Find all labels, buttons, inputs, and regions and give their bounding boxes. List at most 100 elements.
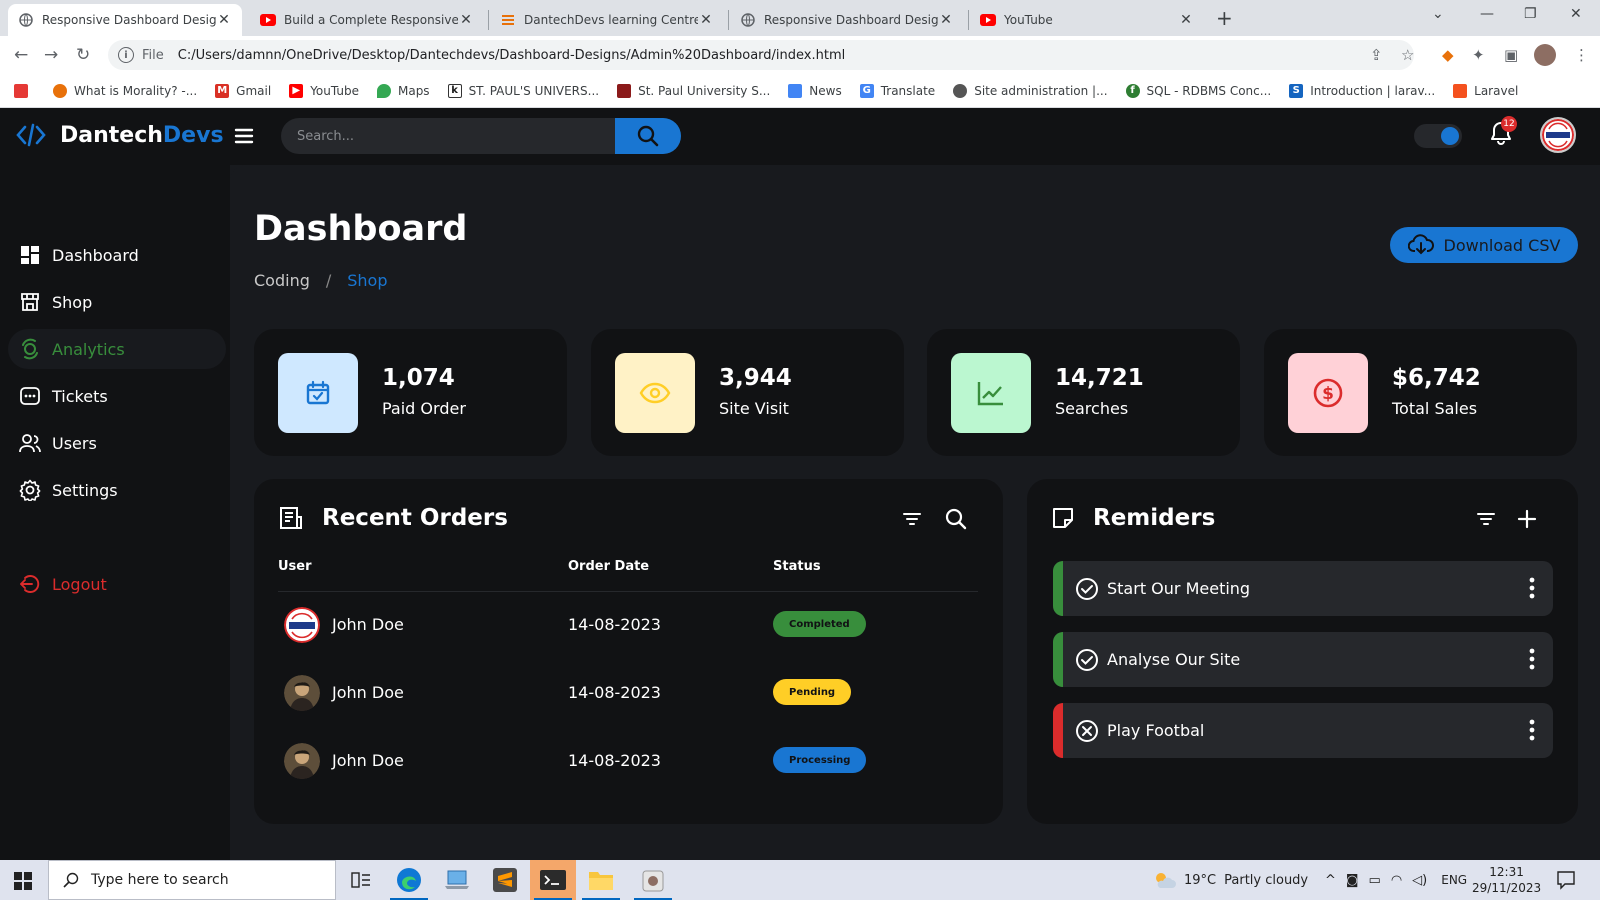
menu-icon[interactable]	[234, 127, 254, 145]
more-vertical-icon[interactable]	[1529, 577, 1535, 599]
close-tab-icon[interactable]: ✕	[698, 12, 714, 28]
new-tab-button[interactable]: +	[1216, 6, 1233, 30]
back-icon[interactable]: ←	[14, 45, 28, 65]
bookmark-item[interactable]: Site administration |...	[953, 83, 1108, 98]
sidebar-item-shop[interactable]: Shop	[8, 282, 226, 322]
menu-dots-icon[interactable]: ⋮	[1574, 46, 1589, 64]
bookmark-label: St. Paul University S...	[638, 83, 771, 98]
add-reminder-icon[interactable]	[1517, 509, 1537, 529]
forward-icon[interactable]: →	[44, 45, 58, 65]
table-row[interactable]: John Doe 14-08-2023 Processing	[278, 731, 978, 791]
volume-icon[interactable]: ◁)	[1412, 873, 1427, 888]
dollar-circle-icon: $	[1288, 353, 1368, 433]
check-circle-icon[interactable]	[1075, 577, 1099, 601]
sublime-text-icon[interactable]	[482, 860, 528, 900]
info-icon[interactable]: i	[118, 47, 134, 63]
url-field[interactable]: i File C:/Users/damnn/OneDrive/Desktop/D…	[108, 40, 1414, 70]
file-explorer-laptop-icon[interactable]	[434, 860, 480, 900]
more-vertical-icon[interactable]	[1529, 719, 1535, 741]
language-indicator[interactable]: ENG	[1441, 873, 1467, 887]
notification-center-icon[interactable]	[1556, 870, 1576, 890]
close-window-icon[interactable]: ✕	[1570, 6, 1582, 22]
column-header-user: User	[278, 559, 312, 574]
order-user: John Doe	[332, 751, 404, 770]
reminder-item[interactable]: Analyse Our Site	[1053, 632, 1553, 687]
bookmark-item[interactable]: Maps	[376, 83, 430, 98]
bookmark-item[interactable]: M Gmail	[215, 83, 271, 98]
search-icon[interactable]	[944, 507, 968, 531]
morality-icon	[53, 83, 67, 98]
bookmark-item[interactable]: St. Paul University S...	[617, 83, 771, 98]
battery-icon[interactable]: ▭	[1369, 873, 1381, 888]
bookmark-apps[interactable]	[14, 83, 35, 98]
brand-logo[interactable]: Dantech Devs	[16, 122, 224, 148]
browser-tab-1[interactable]: Responsive Dashboard Design | D ✕	[8, 4, 242, 36]
column-header-order-date: Order Date	[568, 559, 650, 574]
profile-avatar[interactable]	[1540, 117, 1576, 153]
search-button[interactable]	[615, 118, 681, 154]
close-tab-icon[interactable]: ✕	[938, 12, 954, 28]
sidebar-item-analytics[interactable]: Analytics	[8, 329, 226, 369]
bookmark-item[interactable]: S Introduction | larav...	[1289, 83, 1435, 98]
extension-icon[interactable]: ◆	[1442, 46, 1454, 64]
chevron-up-icon[interactable]: ^	[1325, 873, 1336, 888]
bookmark-item[interactable]: f SQL - RDBMS Conc...	[1125, 83, 1271, 98]
bookmark-item[interactable]: News	[788, 83, 842, 98]
bookmark-item[interactable]: Laravel	[1453, 83, 1518, 98]
browser-tab-4[interactable]: Responsive Dashboard Design | D ✕	[730, 4, 964, 36]
filter-icon[interactable]	[1476, 509, 1496, 529]
search-input[interactable]	[281, 118, 615, 154]
check-circle-icon[interactable]	[1075, 648, 1099, 672]
puzzle-icon[interactable]: ✦	[1472, 46, 1485, 64]
bookmark-item[interactable]: ▶ YouTube	[289, 83, 359, 98]
column-header-status: Status	[773, 559, 821, 574]
close-tab-icon[interactable]: ✕	[216, 12, 232, 28]
weather-widget[interactable]: 19°C Partly cloudy	[1152, 860, 1308, 900]
windows-start-icon[interactable]	[14, 872, 32, 890]
taskbar-search-box[interactable]: Type here to search	[48, 860, 336, 900]
bookmark-item[interactable]: k ST. PAUL'S UNIVERS...	[447, 83, 599, 98]
table-row[interactable]: John Doe 14-08-2023 Pending	[278, 663, 978, 723]
browser-tab-5[interactable]: YouTube ✕	[970, 4, 1204, 36]
reminder-item[interactable]: Play Footbal	[1053, 703, 1553, 758]
browser-tab-2[interactable]: Build a Complete Responsive Pe ✕	[250, 4, 484, 36]
meet-icon[interactable]: ◙	[1346, 873, 1359, 888]
more-vertical-icon[interactable]	[1529, 648, 1535, 670]
minimize-icon[interactable]: —	[1480, 6, 1494, 22]
breadcrumb-current[interactable]: Shop	[347, 271, 387, 290]
profile-avatar[interactable]	[1534, 44, 1556, 66]
wifi-icon[interactable]: ◠	[1391, 873, 1402, 888]
download-csv-button[interactable]: Download CSV	[1390, 227, 1578, 263]
terminal-icon[interactable]	[530, 860, 576, 900]
task-view-icon[interactable]	[338, 860, 384, 900]
bookmark-item[interactable]: G Translate	[859, 83, 935, 98]
table-row[interactable]: John Doe 14-08-2023 Completed	[278, 595, 978, 655]
browser-tab-3[interactable]: DantechDevs learning Centre ✕	[490, 4, 724, 36]
edge-icon[interactable]	[386, 860, 432, 900]
sidebar-item-tickets[interactable]: Tickets	[8, 376, 226, 416]
x-circle-icon[interactable]	[1075, 719, 1099, 743]
share-icon[interactable]: ⇪	[1370, 46, 1383, 64]
bookmark-star-icon[interactable]: ☆	[1401, 46, 1414, 64]
users-icon	[19, 432, 41, 454]
filter-icon[interactable]	[902, 509, 922, 529]
sidebar-item-users[interactable]: Users	[8, 423, 226, 463]
breadcrumb-item[interactable]: Coding	[254, 271, 310, 290]
app-window-icon[interactable]	[630, 860, 676, 900]
reminders-title: Remiders	[1093, 505, 1216, 531]
reload-icon[interactable]: ↻	[76, 45, 90, 65]
tab-search-icon[interactable]: ⌄	[1432, 6, 1444, 22]
theme-toggle[interactable]	[1414, 124, 1462, 148]
close-tab-icon[interactable]: ✕	[458, 12, 474, 28]
bookmark-item[interactable]: What is Morality? -...	[53, 83, 197, 98]
taskbar-clock[interactable]: 12:31 29/11/2023	[1472, 864, 1541, 896]
folder-icon[interactable]	[578, 860, 624, 900]
side-panel-icon[interactable]: ▣	[1504, 46, 1518, 64]
notifications-button[interactable]: 12	[1489, 116, 1517, 146]
restore-icon[interactable]: ❐	[1524, 6, 1537, 22]
sidebar-item-settings[interactable]: Settings	[8, 470, 226, 510]
logout-button[interactable]: Logout	[8, 564, 226, 604]
reminder-item[interactable]: Start Our Meeting	[1053, 561, 1553, 616]
close-tab-icon[interactable]: ✕	[1178, 12, 1194, 28]
sidebar-item-dashboard[interactable]: Dashboard	[8, 235, 226, 275]
